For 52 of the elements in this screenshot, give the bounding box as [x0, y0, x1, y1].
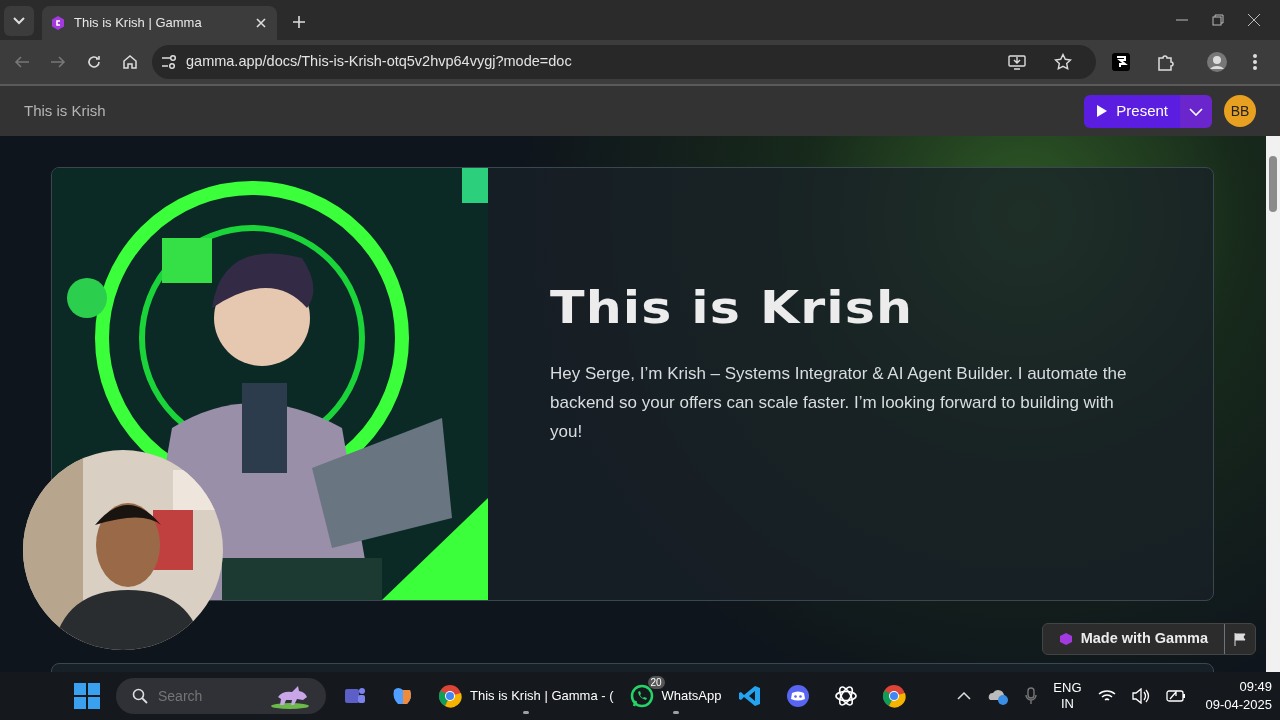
unread-count: 20 [647, 676, 665, 689]
taskbar-app[interactable]: WhatsApp 20 [625, 676, 726, 716]
browser-tab[interactable]: This is Krish | Gamma [42, 6, 277, 40]
search-icon [132, 688, 148, 704]
plus-icon [292, 15, 306, 29]
scrollbar[interactable] [1266, 136, 1280, 672]
tab-list-button[interactable] [4, 6, 34, 36]
close-icon[interactable] [1248, 14, 1260, 26]
site-settings-icon[interactable] [160, 53, 178, 71]
wifi-icon[interactable] [1097, 689, 1116, 703]
caret-icon [1189, 107, 1203, 116]
taskbar-app[interactable]: This is Krish | Gamma - ( [434, 676, 618, 716]
install-icon[interactable] [1008, 54, 1026, 70]
home-icon [122, 54, 138, 70]
reload-icon [86, 54, 102, 70]
document-title: This is Krish [24, 100, 107, 121]
language-indicator[interactable]: ENG IN [1053, 680, 1082, 712]
cloud-icon[interactable] [987, 687, 1010, 705]
present-button[interactable]: Present [1084, 94, 1180, 128]
user-avatar[interactable]: BB [1224, 95, 1256, 127]
search-field[interactable]: Search [156, 684, 262, 708]
chrome-icon [438, 684, 462, 708]
card-text: Hey Serge, I’m Krish – Systems Integrator & AI Agent Builder. I automate the backend so your offers can scale faster. I’m looking forward to building with you! [550, 362, 1128, 443]
extension-logo-icon[interactable] [1112, 53, 1130, 71]
caret-icon [13, 17, 25, 25]
profile-avatar-icon[interactable] [1206, 51, 1228, 73]
restore-icon[interactable] [1212, 14, 1224, 26]
battery-icon[interactable] [1165, 689, 1186, 703]
chevron-up-icon[interactable] [957, 692, 972, 700]
speaker-icon[interactable] [1131, 688, 1150, 704]
menu-icon[interactable] [1252, 53, 1258, 71]
play-icon [1096, 104, 1109, 118]
card-heading: This is Krish [550, 282, 915, 335]
clock[interactable]: 09:49 09-04-2025 [1205, 678, 1272, 714]
made-with-badge[interactable]: Made with Gamma [1041, 623, 1256, 655]
forward-arrow-icon [50, 55, 66, 69]
back-arrow-icon [14, 55, 30, 69]
present-options-button[interactable] [1180, 94, 1212, 128]
close-icon [256, 18, 266, 28]
chat-bubble-icon [629, 684, 654, 708]
hexagon-icon [1058, 632, 1073, 646]
star-icon[interactable] [1054, 53, 1072, 71]
badge-label: Made with Gamma [1080, 629, 1208, 649]
microphone-icon[interactable] [1025, 687, 1038, 705]
controller-face-icon [785, 684, 810, 708]
code-editor-icon [737, 684, 762, 708]
flag-icon[interactable] [1233, 632, 1247, 646]
chrome-icon [881, 684, 906, 708]
start-icon[interactable] [74, 683, 100, 709]
taskbar-search[interactable]: Search [116, 678, 326, 714]
puzzle-icon[interactable] [1156, 52, 1176, 72]
hexagon-icon [50, 15, 66, 31]
